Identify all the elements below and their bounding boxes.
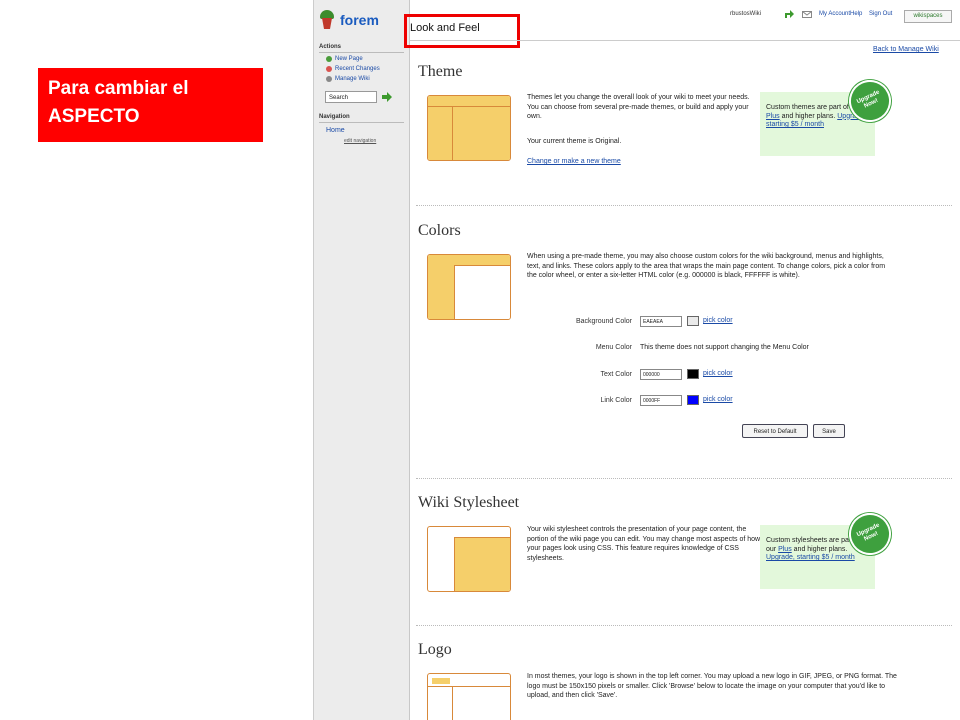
menu-color-note: This theme does not support changing the… — [640, 344, 809, 351]
text-pick-color-link[interactable]: pick color — [703, 370, 733, 377]
background-color-input[interactable]: EAEAEA — [640, 316, 682, 327]
refresh-arrow-icon[interactable] — [784, 10, 794, 19]
upgrade-link[interactable]: Upgrade, starting $5 / month — [766, 554, 855, 561]
colors-thumbnail — [427, 254, 511, 320]
sidebar-item-home[interactable]: Home — [326, 127, 345, 134]
sidebar-item-new-page[interactable]: New Page — [326, 56, 363, 62]
colors-heading: Colors — [418, 222, 461, 239]
section-separator — [416, 625, 952, 626]
text-color-swatch[interactable] — [687, 369, 699, 379]
username[interactable]: rbustosWiki — [730, 11, 761, 17]
link-color-label: Link Color — [600, 397, 632, 404]
app-logo[interactable]: forem — [320, 10, 379, 30]
search-go-arrow-icon[interactable] — [382, 92, 392, 102]
logo-description: In most themes, your logo is shown in th… — [527, 673, 897, 699]
sidebar: forem Actions New Page Recent Changes Ma… — [314, 0, 410, 720]
plant-logo-icon — [320, 10, 334, 30]
main-content: rbustosWiki My Account Help Sign Out wik… — [404, 0, 960, 720]
help-link[interactable]: Help — [850, 11, 862, 17]
plus-plan-link[interactable]: Plus — [766, 113, 780, 120]
change-theme-link[interactable]: Change or make a new theme — [527, 157, 621, 167]
wikispaces-brand[interactable]: wikispaces — [904, 10, 952, 23]
actions-heading: Actions — [319, 44, 342, 50]
background-pick-color-link[interactable]: pick color — [703, 317, 733, 324]
stylesheet-heading: Wiki Stylesheet — [418, 494, 520, 511]
colors-description: When using a pre-made theme, you may als… — [527, 253, 886, 279]
theme-heading: Theme — [418, 63, 463, 80]
app-name: forem — [340, 12, 379, 28]
theme-thumbnail — [427, 95, 511, 161]
stylesheet-thumbnail — [427, 526, 511, 592]
sidebar-divider — [319, 52, 404, 53]
edit-navigation-link[interactable]: edit navigation — [344, 138, 376, 144]
aspect-callout: Para cambiar el ASPECTO — [38, 68, 263, 142]
background-color-swatch[interactable] — [687, 316, 699, 326]
theme-description: Themes let you change the overall look o… — [527, 94, 750, 120]
mail-icon[interactable] — [802, 11, 812, 18]
logo-heading: Logo — [418, 641, 452, 658]
plus-plan-link[interactable]: Plus — [778, 546, 792, 553]
background-color-label: Background Color — [575, 318, 632, 325]
highlight-box — [404, 14, 520, 48]
save-button[interactable]: Save — [813, 424, 845, 438]
sidebar-item-manage-wiki[interactable]: Manage Wiki — [326, 76, 370, 82]
sidebar-divider — [319, 122, 404, 123]
navigation-heading: Navigation — [319, 114, 350, 120]
back-to-manage-wiki-link[interactable]: Back to Manage Wiki — [873, 46, 939, 53]
reset-to-default-button[interactable]: Reset to Default — [742, 424, 808, 438]
menu-color-label: Menu Color — [595, 344, 632, 351]
my-account-link[interactable]: My Account — [819, 11, 850, 17]
current-theme-text: Your current theme is Original. — [527, 138, 622, 145]
title-underline — [410, 40, 960, 41]
gear-icon — [326, 76, 332, 82]
search-input[interactable]: Search — [325, 91, 377, 103]
sidebar-item-recent-changes[interactable]: Recent Changes — [326, 66, 380, 72]
recent-changes-icon — [326, 66, 332, 72]
new-page-icon — [326, 56, 332, 62]
link-color-input[interactable]: 0000FF — [640, 395, 682, 406]
stylesheet-description: Your wiki stylesheet controls the presen… — [527, 526, 761, 562]
section-separator — [416, 478, 952, 479]
section-separator — [416, 205, 952, 206]
logo-thumbnail — [427, 673, 511, 720]
text-color-label: Text Color — [600, 371, 632, 378]
text-color-input[interactable]: 000000 — [640, 369, 682, 380]
link-color-swatch[interactable] — [687, 395, 699, 405]
sign-out-link[interactable]: Sign Out — [869, 11, 892, 17]
link-pick-color-link[interactable]: pick color — [703, 396, 733, 403]
wiki-screenshot: forem Actions New Page Recent Changes Ma… — [313, 0, 960, 720]
